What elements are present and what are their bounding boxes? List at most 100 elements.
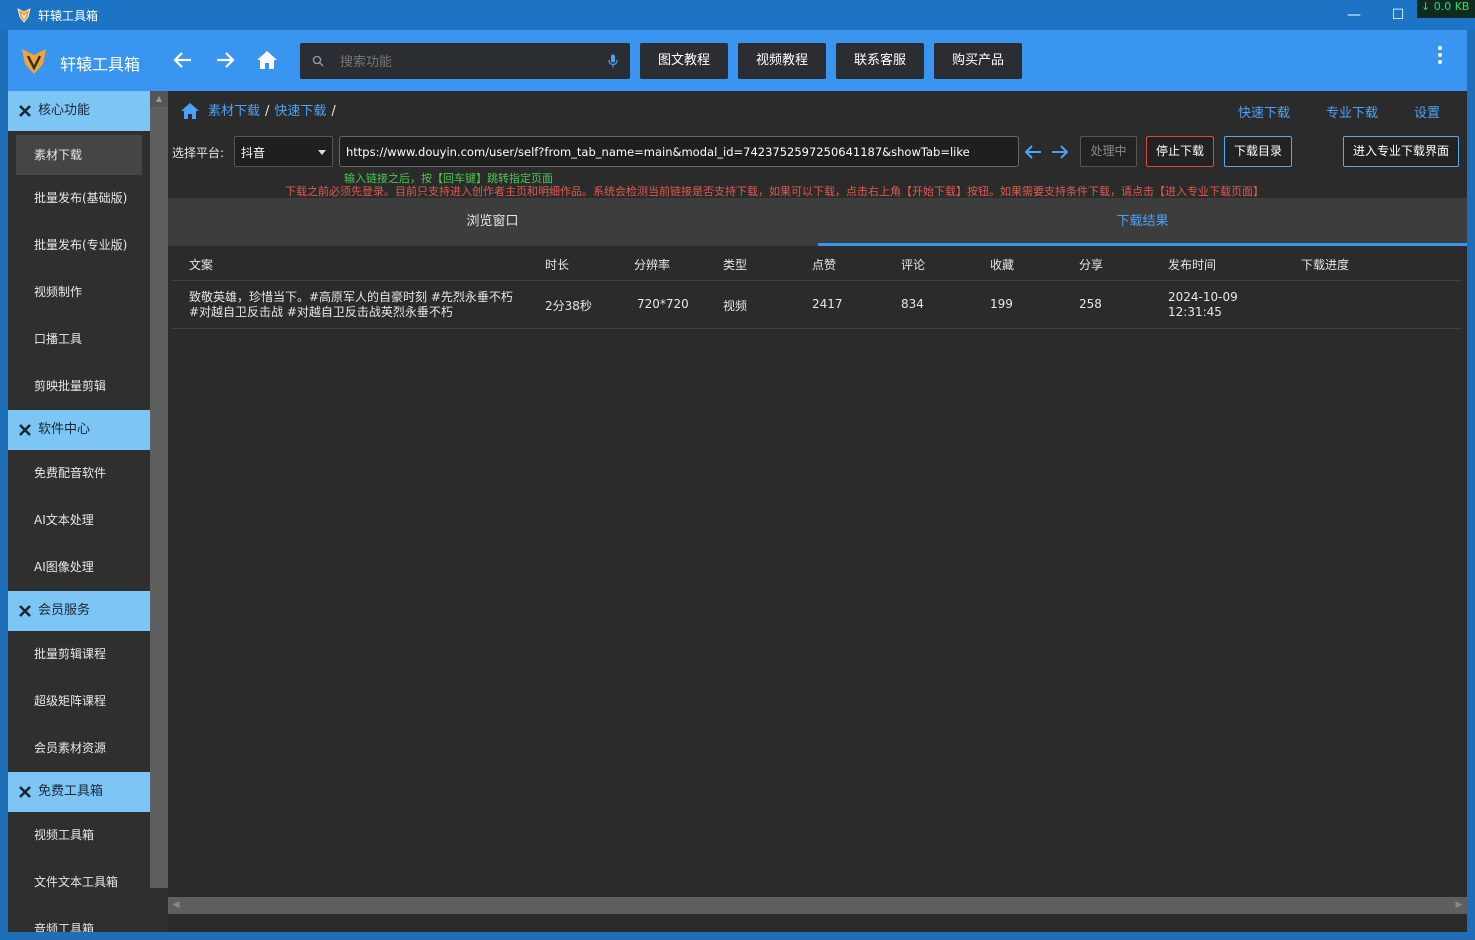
app-header: 轩辕工具箱 图文教程 视频教程 联系客服 购买产品 bbox=[8, 30, 1467, 91]
search-box[interactable] bbox=[300, 43, 630, 79]
more-menu-icon[interactable] bbox=[1437, 46, 1443, 66]
search-input[interactable] bbox=[338, 51, 602, 73]
scroll-up-arrow-icon[interactable]: ▲ bbox=[150, 91, 168, 107]
tools-icon bbox=[19, 105, 31, 117]
cell-type: 视频 bbox=[723, 299, 748, 313]
cell-publish-time: 2024-10-09 12:31:45 bbox=[1168, 290, 1238, 320]
sidebar-item-batch-edit-course[interactable]: 批量剪辑课程 bbox=[8, 631, 150, 678]
app-logo-icon bbox=[17, 8, 31, 23]
column-header-comments[interactable]: 评论 bbox=[901, 256, 925, 273]
section-title: 免费工具箱 bbox=[38, 784, 104, 799]
breadcrumb-separator: / bbox=[265, 104, 270, 119]
sidebar-item-voiceover-tool[interactable]: 口播工具 bbox=[8, 316, 150, 363]
sidebar: 核心功能 素材下载 批量发布(基础版) 批量发布(专业版) 视频制作 口播工具 … bbox=[8, 91, 150, 932]
sidebar-item-capcut-batch-edit[interactable]: 剪映批量剪辑 bbox=[8, 363, 150, 410]
tab-bar: 浏览窗口 下载结果 bbox=[168, 198, 1467, 246]
platform-select[interactable]: 抖音 bbox=[234, 136, 333, 167]
hint-login-required: 下载之前必须先登录。目前只支持进入创作者主页和明细作品。系统会检测当前链接是否支… bbox=[285, 185, 1264, 198]
stop-download-button[interactable]: 停止下载 bbox=[1146, 136, 1214, 167]
tab-browser-window[interactable]: 浏览窗口 bbox=[168, 198, 817, 246]
cell-likes: 2417 bbox=[812, 297, 843, 311]
sidebar-item-video-making[interactable]: 视频制作 bbox=[8, 269, 150, 316]
buy-product-button[interactable]: 购买产品 bbox=[934, 43, 1022, 79]
sidebar-item-member-resources[interactable]: 会员素材资源 bbox=[8, 725, 150, 772]
sidebar-section-member[interactable]: 会员服务 bbox=[8, 591, 150, 631]
column-header-resolution[interactable]: 分辨率 bbox=[634, 256, 670, 273]
sidebar-item-file-text-toolbox[interactable]: 文件文本工具箱 bbox=[8, 859, 150, 906]
sidebar-item-video-toolbox[interactable]: 视频工具箱 bbox=[8, 812, 150, 859]
sidebar-item-material-download[interactable]: 素材下载 bbox=[16, 135, 142, 175]
tools-icon bbox=[19, 786, 31, 798]
chevron-down-icon bbox=[318, 150, 326, 155]
platform-label: 选择平台: bbox=[172, 146, 225, 160]
microphone-icon[interactable] bbox=[608, 54, 618, 68]
breadcrumb-material-download[interactable]: 素材下载 bbox=[208, 104, 260, 119]
pro-download-interface-button[interactable]: 进入专业下载界面 bbox=[1343, 136, 1459, 167]
minimize-button[interactable]: — bbox=[1339, 4, 1369, 26]
breadcrumb-quick-download[interactable]: 快速下载 bbox=[274, 104, 326, 119]
url-forward-arrow-icon[interactable] bbox=[1049, 141, 1071, 163]
cell-text-line: #对越自卫反击战 #对越自卫反击战英烈永垂不朽 bbox=[189, 305, 453, 319]
tools-icon bbox=[19, 605, 31, 617]
cell-text-line: 致敬英雄，珍惜当下。#高原军人的自豪时刻 #先烈永垂不朽 bbox=[189, 290, 513, 304]
column-header-progress[interactable]: 下载进度 bbox=[1301, 256, 1349, 273]
cell-resolution: 720*720 bbox=[637, 297, 689, 311]
column-header-likes[interactable]: 点赞 bbox=[812, 256, 836, 273]
settings-link[interactable]: 设置 bbox=[1414, 102, 1440, 121]
results-table: 文案 时长 分辨率 类型 点赞 评论 收藏 分享 发布时间 下载进度 致敬英雄，… bbox=[172, 247, 1462, 329]
cell-shares: 258 bbox=[1079, 297, 1102, 311]
url-back-arrow-icon[interactable] bbox=[1022, 141, 1044, 163]
column-header-text[interactable]: 文案 bbox=[189, 256, 213, 273]
column-header-shares[interactable]: 分享 bbox=[1079, 256, 1103, 273]
breadcrumb-separator: / bbox=[331, 104, 336, 119]
sidebar-item-ai-text[interactable]: AI文本处理 bbox=[8, 497, 150, 544]
pro-download-link[interactable]: 专业下载 bbox=[1326, 102, 1378, 121]
cell-date: 2024-10-09 bbox=[1168, 290, 1238, 304]
horizontal-scrollbar[interactable]: ◀ ▶ bbox=[168, 897, 1467, 914]
download-folder-button[interactable]: 下载目录 bbox=[1224, 136, 1292, 167]
column-header-type[interactable]: 类型 bbox=[723, 256, 747, 273]
cell-comments: 834 bbox=[901, 297, 924, 311]
brand-name: 轩辕工具箱 bbox=[60, 55, 141, 74]
url-input[interactable] bbox=[339, 136, 1019, 167]
column-header-publish-time[interactable]: 发布时间 bbox=[1168, 256, 1216, 273]
section-title: 核心功能 bbox=[38, 103, 91, 118]
sidebar-item-free-dubbing[interactable]: 免费配音软件 bbox=[8, 450, 150, 497]
sidebar-item-batch-publish-basic[interactable]: 批量发布(基础版) bbox=[8, 175, 150, 222]
section-title: 软件中心 bbox=[38, 422, 91, 437]
sidebar-item-audio-toolbox[interactable]: 音频工具箱 bbox=[8, 906, 150, 932]
home-icon[interactable] bbox=[255, 48, 279, 72]
main-footer-space bbox=[168, 914, 1467, 932]
home-icon[interactable] bbox=[180, 102, 200, 120]
sidebar-item-ai-image[interactable]: AI图像处理 bbox=[8, 544, 150, 591]
processing-button[interactable]: 处理中 bbox=[1080, 136, 1137, 167]
search-icon bbox=[312, 55, 324, 67]
sidebar-item-matrix-course[interactable]: 超级矩阵课程 bbox=[8, 678, 150, 725]
cell-duration: 2分38秒 bbox=[545, 299, 592, 313]
sidebar-section-software[interactable]: 软件中心 bbox=[8, 410, 150, 450]
tab-download-results[interactable]: 下载结果 bbox=[818, 198, 1467, 246]
sidebar-section-core[interactable]: 核心功能 bbox=[8, 91, 150, 131]
contact-support-button[interactable]: 联系客服 bbox=[836, 43, 924, 79]
scroll-left-arrow-icon[interactable]: ◀ bbox=[168, 897, 184, 914]
scroll-right-arrow-icon[interactable]: ▶ bbox=[1451, 897, 1467, 914]
forward-arrow-icon[interactable] bbox=[213, 48, 237, 72]
main-panel: 素材下载 / 快速下载 / 快速下载 专业下载 设置 选择平台: 抖音 处理中 停止下… bbox=[168, 91, 1467, 932]
cell-text: 致敬英雄，珍惜当下。#高原军人的自豪时刻 #先烈永垂不朽 #对越自卫反击战 #对… bbox=[189, 290, 513, 320]
table-row[interactable]: 致敬英雄，珍惜当下。#高原军人的自豪时刻 #先烈永垂不朽 #对越自卫反击战 #对… bbox=[172, 281, 1462, 329]
active-tab-indicator bbox=[818, 243, 1467, 246]
maximize-button[interactable]: ☐ bbox=[1383, 4, 1413, 26]
quick-download-link[interactable]: 快速下载 bbox=[1238, 102, 1290, 121]
title-bar: 轩辕工具箱 — ☐ ↓ 0.0 KB bbox=[0, 0, 1475, 30]
platform-select-value: 抖音 bbox=[241, 146, 266, 160]
sidebar-item-batch-publish-pro[interactable]: 批量发布(专业版) bbox=[8, 222, 150, 269]
network-speed-badge: ↓ 0.0 KB bbox=[1417, 0, 1475, 18]
video-tutorial-button[interactable]: 视频教程 bbox=[738, 43, 826, 79]
column-header-favorites[interactable]: 收藏 bbox=[990, 256, 1014, 273]
sidebar-section-free-tools[interactable]: 免费工具箱 bbox=[8, 772, 150, 812]
text-tutorial-button[interactable]: 图文教程 bbox=[640, 43, 728, 79]
sidebar-scrollbar[interactable]: ▲ bbox=[150, 91, 168, 888]
column-header-duration[interactable]: 时长 bbox=[545, 256, 569, 273]
app-window: 轩辕工具箱 — ☐ ↓ 0.0 KB 轩辕工具箱 搜索功能 图文教程 视频教程 … bbox=[0, 0, 1475, 940]
back-arrow-icon[interactable] bbox=[171, 48, 195, 72]
